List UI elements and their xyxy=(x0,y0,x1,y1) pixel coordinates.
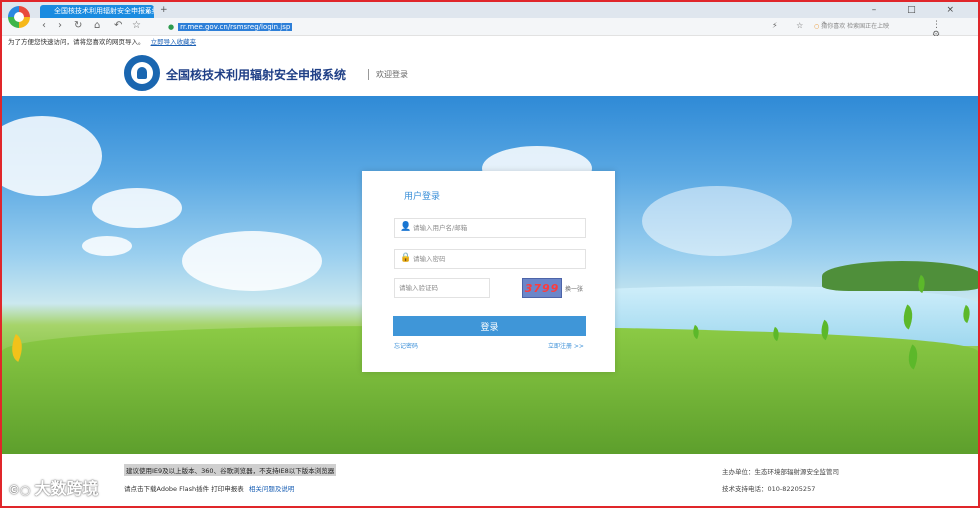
login-title: 用户登录 xyxy=(404,192,441,202)
new-tab-icon[interactable]: + xyxy=(160,5,168,15)
register-link[interactable]: 立即注册 >> xyxy=(548,341,584,350)
password-input[interactable] xyxy=(413,252,581,266)
lock-icon: ● xyxy=(168,23,175,31)
browser-nav-bar: ‹ › ↻ ⌂ ↶ ☆ ● rr.mee.gov.cn/rsmsreg/login… xyxy=(2,18,978,50)
login-card: 用户登录 👤 🔒 3799 换一张 登录 忘记密码 立即注册 >> xyxy=(362,171,615,372)
forgot-password-link[interactable]: 忘记密码 xyxy=(394,341,418,350)
site-subtitle: 欢迎登录 xyxy=(376,70,408,79)
tab-close-icon[interactable]: × xyxy=(144,5,151,18)
bookmarks-hint: 为了方便您快速访问，请将您喜欢的网页导入。 xyxy=(8,38,145,46)
captcha-refresh-link[interactable]: 换一张 xyxy=(565,284,583,293)
window-controls[interactable]: – □ × xyxy=(872,5,968,15)
cloud xyxy=(92,188,182,228)
browser-compat-note: 建议使用IE9及以上版本、360、谷歌浏览器，不支持IE8以下版本浏览器 xyxy=(124,464,337,476)
username-input[interactable] xyxy=(413,221,581,235)
footer-support-phone: 技术支持电话：010-82205257 xyxy=(722,485,816,493)
footer-download-line: 请点击下载Adobe Flash插件 打印申报表 相关问题及说明 xyxy=(124,483,294,493)
browser-tab-bar: 全国核技术利用辐射安全申报系统 × + – □ × xyxy=(2,2,978,18)
captcha-input[interactable] xyxy=(399,281,485,295)
site-footer: 建议使用IE9及以上版本、360、谷歌浏览器，不支持IE8以下版本浏览器 请点击… xyxy=(2,454,978,506)
bookmarks-bar: 为了方便您快速访问，请将您喜欢的网页导入。 立即导入收藏夹 xyxy=(2,36,978,49)
lock-icon: 🔒 xyxy=(400,253,412,263)
address-bar[interactable]: ● rr.mee.gov.cn/rsmsreg/login.jsp xyxy=(168,21,748,33)
browser-logo-icon xyxy=(8,6,30,28)
search-input[interactable]: ○ 猜你喜欢 检索国正在上映 xyxy=(814,21,924,33)
footer-download-text: 请点击下载Adobe Flash插件 打印申报表 xyxy=(124,485,244,493)
cloud xyxy=(82,236,132,256)
watermark-text: 大数跨境 xyxy=(34,479,99,498)
site-header: 全国核技术利用辐射安全申报系统 欢迎登录 xyxy=(2,49,978,96)
site-title: 全国核技术利用辐射安全申报系统 xyxy=(166,68,347,82)
username-field[interactable]: 👤 xyxy=(394,218,586,238)
captcha-image[interactable]: 3799 xyxy=(522,278,562,298)
captcha-field[interactable] xyxy=(394,278,490,298)
undo-icon[interactable]: ↶ xyxy=(114,20,122,31)
back-icon[interactable]: ‹ xyxy=(42,20,46,31)
import-bookmarks-link[interactable]: 立即导入收藏夹 xyxy=(151,38,197,46)
home-icon[interactable]: ⌂ xyxy=(94,20,100,31)
watermark-logo-icon: ©○ xyxy=(8,483,31,497)
password-field[interactable]: 🔒 xyxy=(394,249,586,269)
forward-icon[interactable]: › xyxy=(58,20,62,31)
watermark: ©○ 大数跨境 xyxy=(8,475,99,499)
footer-help-link[interactable]: 相关问题及说明 xyxy=(249,485,295,493)
footer-host: 主办单位：生态环境部辐射源安全监管司 xyxy=(722,468,839,476)
user-icon: 👤 xyxy=(400,222,412,232)
cloud xyxy=(182,231,322,291)
star-icon[interactable]: ☆ xyxy=(132,20,141,31)
title-divider xyxy=(368,69,369,80)
search-placeholder: 猜你喜欢 检索国正在上映 xyxy=(821,23,890,30)
tab-title: 全国核技术利用辐射安全申报系统 xyxy=(54,7,154,15)
search-engine-icon: ○ xyxy=(814,23,820,30)
login-button[interactable]: 登录 xyxy=(393,316,586,336)
cloud xyxy=(2,116,102,196)
browser-tab[interactable]: 全国核技术利用辐射安全申报系统 × xyxy=(40,5,154,18)
ministry-emblem-icon xyxy=(124,55,160,91)
cloud xyxy=(642,186,792,256)
address-url[interactable]: rr.mee.gov.cn/rsmsreg/login.jsp xyxy=(178,23,293,31)
reload-icon[interactable]: ↻ xyxy=(74,20,82,31)
island xyxy=(822,261,978,291)
